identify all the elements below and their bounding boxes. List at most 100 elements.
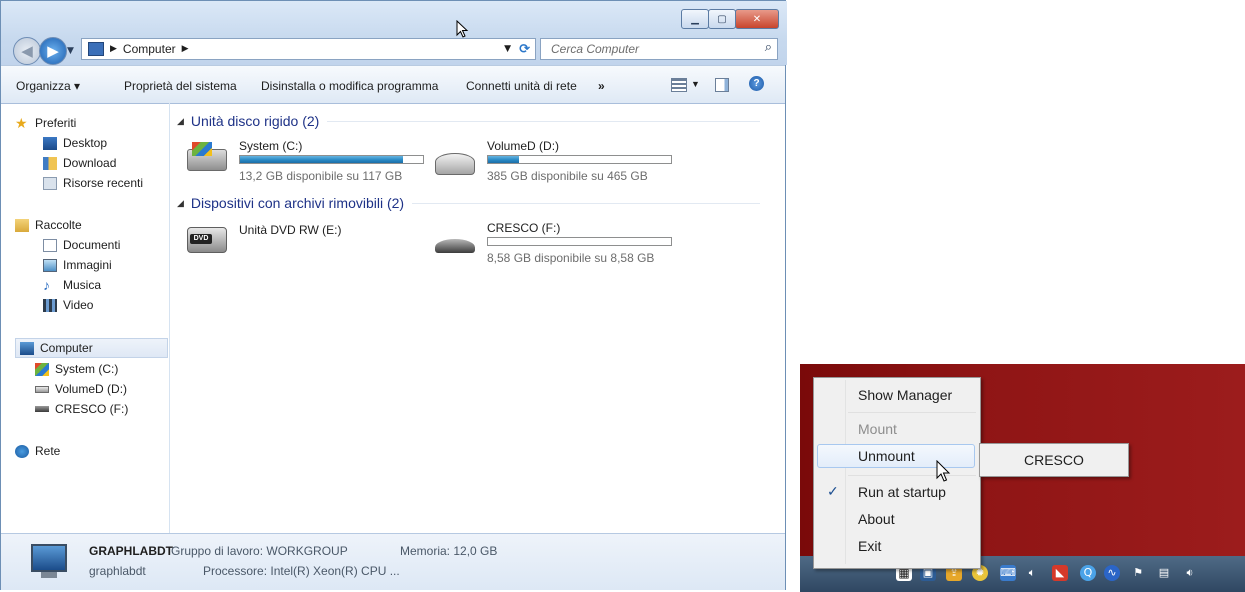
address-bar[interactable]: ▶ Computer ▶ ▼ ⟳ [81, 38, 536, 60]
drive-name: VolumeD (D:) [487, 139, 560, 153]
music-icon: ♪ [43, 276, 50, 293]
group-title: Unità disco rigido (2) [190, 113, 320, 129]
nav-item-label: Video [63, 298, 94, 312]
breadcrumb-chevron-icon[interactable]: ▶ [182, 44, 189, 54]
speaker-icon[interactable]: 🔈︎ [1024, 565, 1040, 581]
window-controls: ▁ ▢ ✕ [681, 9, 779, 29]
drive-item-system-c[interactable]: System (C:) 13,2 GB disponibile su 117 G… [187, 137, 427, 185]
drive-usage-bar [487, 237, 672, 246]
nav-item-label: VolumeD (D:) [55, 382, 128, 396]
maximize-button[interactable]: ▢ [708, 9, 736, 29]
nav-item-label: System (C:) [55, 362, 119, 376]
nav-item-desktop[interactable]: Desktop [43, 133, 107, 153]
change-view-icon[interactable] [671, 78, 687, 92]
drive-item-volume-d[interactable]: VolumeD (D:) 385 GB disponibile su 465 G… [435, 137, 675, 185]
group-header-removable[interactable]: ◢ Dispositivi con archivi rimovibili (2) [177, 193, 761, 213]
nav-item-label: Immagini [63, 258, 112, 272]
nav-item-volume-d[interactable]: VolumeD (D:) [35, 379, 127, 399]
collapse-triangle-icon[interactable]: ◢ [177, 116, 184, 127]
drive-name: Unità DVD RW (E:) [239, 223, 342, 237]
nav-item-video[interactable]: Video [43, 295, 93, 315]
windows-drive-icon [35, 362, 49, 376]
close-button[interactable]: ✕ [735, 9, 779, 29]
menu-item-show-manager[interactable]: Show Manager [817, 383, 975, 407]
download-folder-icon [43, 156, 57, 170]
desktop-icon [43, 136, 57, 150]
drive-free-space: 13,2 GB disponibile su 117 GB [239, 169, 403, 183]
nav-item-documents[interactable]: Documenti [43, 235, 120, 255]
nav-item-label: Raccolte [35, 218, 82, 232]
nav-item-libraries[interactable]: Raccolte [15, 215, 82, 235]
computer-name: GRAPHLABDT [89, 544, 173, 558]
menu-item-label: About [858, 511, 895, 527]
nav-item-favorites[interactable]: ★ Preferiti [15, 113, 76, 133]
preview-pane-icon[interactable] [715, 78, 729, 92]
drive-item-dvd-e[interactable]: DVD Unità DVD RW (E:) [187, 219, 427, 267]
breadcrumb-separator-icon[interactable]: ▶ [110, 44, 117, 54]
menu-item-mount[interactable]: Mount [817, 417, 975, 441]
drive-name: System (C:) [239, 139, 303, 153]
menu-item-label: Run at startup [858, 484, 946, 500]
drive-item-cresco-f[interactable]: CRESCO (F:) 8,58 GB disponibile su 8,58 … [435, 219, 675, 267]
group-header-hard-drives[interactable]: ◢ Unità disco rigido (2) [177, 111, 761, 131]
removable-drive-icon [435, 239, 475, 253]
video-icon [43, 298, 57, 312]
nav-item-computer[interactable]: Computer [15, 338, 168, 358]
breadcrumb-computer[interactable]: Computer [123, 42, 176, 56]
recent-pages-dropdown[interactable]: ▼ [67, 46, 74, 56]
dvd-drive-icon: DVD [187, 227, 227, 253]
q-app-icon[interactable]: Q [1080, 565, 1096, 581]
documents-icon [43, 238, 57, 252]
menu-item-about[interactable]: About [817, 507, 975, 531]
nav-item-network[interactable]: Rete [15, 441, 60, 461]
star-icon: ★ [15, 114, 28, 131]
nav-item-music[interactable]: ♪ Musica [43, 275, 101, 295]
network-tray-icon[interactable]: ▤ [1156, 565, 1172, 581]
details-pane: GRAPHLABDT Gruppo di lavoro: WORKGROUP M… [1, 533, 785, 590]
workgroup: Gruppo di lavoro: WORKGROUP [171, 544, 348, 558]
processor: Processore: Intel(R) Xeon(R) CPU ... [203, 564, 400, 578]
back-button[interactable]: ◀ [13, 37, 41, 65]
submenu-item-cresco[interactable]: CRESCO [1024, 452, 1084, 468]
nav-item-system-c[interactable]: System (C:) [35, 359, 118, 379]
activity-icon[interactable]: ∿ [1104, 565, 1120, 581]
user-name: graphlabdt [89, 564, 146, 578]
system-properties-button[interactable]: Proprietà del sistema [124, 79, 237, 93]
group-divider [327, 120, 761, 122]
nav-item-label: Computer [40, 341, 93, 355]
content-pane: ◢ Unità disco rigido (2) System (C:) 13,… [169, 103, 785, 533]
view-options-dropdown-icon[interactable]: ▼ [691, 79, 700, 89]
drive-usage-fill [240, 156, 403, 163]
address-dropdown-icon[interactable]: ▼ [504, 44, 511, 54]
menu-item-exit[interactable]: Exit [817, 534, 975, 558]
nav-item-pictures[interactable]: Immagini [43, 255, 112, 275]
nav-item-label: CRESCO (F:) [55, 402, 129, 416]
nav-item-label: Documenti [63, 238, 121, 252]
menu-separator [848, 412, 976, 413]
organize-button[interactable]: Organizza ▾ [16, 79, 80, 93]
map-network-drive-button[interactable]: Connetti unità di rete [466, 79, 577, 93]
search-input[interactable]: Cerca Computer ⌕ [540, 38, 778, 60]
refresh-icon[interactable]: ⟳ [519, 42, 530, 57]
action-center-flag-icon[interactable]: ⚑ [1130, 565, 1146, 581]
nav-item-label: Risorse recenti [63, 176, 144, 190]
ime-icon[interactable]: ⌨ [1000, 565, 1016, 581]
antivirus-icon[interactable]: ◣ [1052, 565, 1068, 581]
menu-item-label: Mount [858, 421, 897, 437]
tray-context-menu: Show Manager Mount Unmount ✓ Run at star… [813, 377, 981, 569]
nav-item-label: Download [63, 156, 117, 170]
nav-item-download[interactable]: Download [43, 153, 116, 173]
navigation-pane: ★ Preferiti Desktop Download Risorse rec… [1, 103, 170, 533]
forward-button[interactable]: ▶ [39, 37, 67, 65]
libraries-icon [15, 218, 29, 232]
search-icon[interactable]: ⌕ [765, 40, 772, 55]
volume-icon[interactable]: 🔉︎ [1182, 565, 1198, 581]
nav-item-recent[interactable]: Risorse recenti [43, 173, 143, 193]
uninstall-program-button[interactable]: Disinstalla o modifica programma [261, 79, 438, 93]
help-icon[interactable]: ? [749, 76, 764, 91]
more-commands-button[interactable]: » [598, 79, 605, 93]
nav-item-cresco-f[interactable]: CRESCO (F:) [35, 399, 128, 419]
windows-logo-icon [192, 142, 212, 156]
minimize-button[interactable]: ▁ [681, 9, 709, 29]
collapse-triangle-icon[interactable]: ◢ [177, 198, 184, 209]
